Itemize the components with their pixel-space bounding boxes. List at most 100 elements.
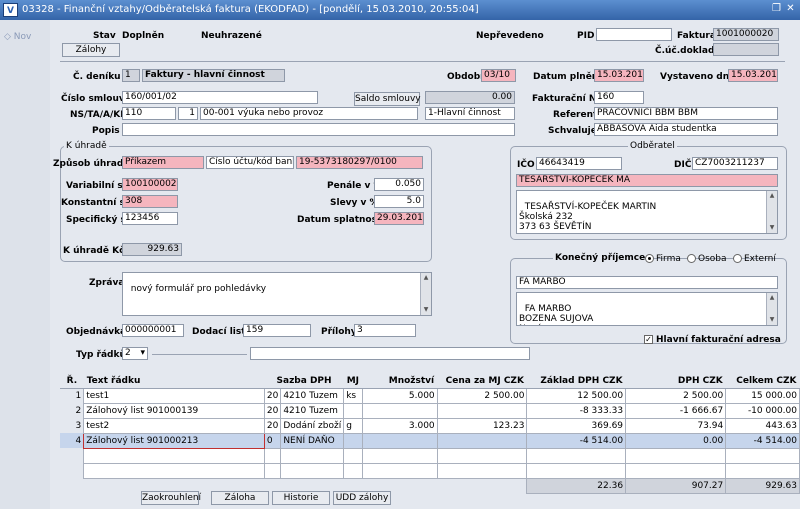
scrollbar[interactable]: ▲ ▼ — [766, 191, 777, 233]
dic-field[interactable]: CZ7003211237 — [692, 157, 778, 170]
row-sazba-code[interactable]: 0 — [263, 432, 282, 449]
vystaveno-field[interactable]: 15.03.2010 — [728, 69, 778, 82]
new-record-button[interactable]: ◇ Nov — [4, 32, 31, 42]
cdeniku-field[interactable]: 1 — [122, 69, 140, 82]
row-dph[interactable]: 73.94 — [625, 417, 727, 434]
col-r[interactable]: Ř. — [60, 375, 84, 389]
scroll-up-icon[interactable]: ▲ — [768, 192, 776, 200]
empty-cell[interactable] — [280, 447, 345, 464]
pid-field[interactable] — [596, 28, 672, 41]
empty-cell[interactable] — [361, 462, 438, 479]
row-text[interactable]: test2 — [83, 417, 265, 434]
cislo-smlouvy-field[interactable]: 160/001/02 — [122, 91, 318, 104]
table-row-empty[interactable] — [60, 447, 800, 464]
row-sazba-name[interactable]: NENÍ DAŇO — [280, 432, 345, 449]
scroll-down-icon[interactable]: ▼ — [422, 306, 430, 314]
row-mnozstvi[interactable]: 3.000 — [361, 417, 438, 434]
prilohy-field[interactable]: 3 — [354, 324, 416, 337]
row-zaklad[interactable]: -8 333.33 — [526, 402, 627, 419]
row-text[interactable]: test1 — [83, 387, 265, 404]
empty-cell[interactable] — [361, 447, 438, 464]
typ-radku-select[interactable]: 2 ▾ — [122, 347, 148, 360]
empty-cell[interactable] — [343, 447, 363, 464]
scroll-up-icon[interactable]: ▲ — [768, 294, 776, 302]
empty-cell[interactable] — [436, 447, 528, 464]
empty-cell[interactable] — [625, 447, 727, 464]
obdobi-field[interactable]: 03/10 — [481, 69, 516, 82]
empty-cell[interactable] — [263, 462, 282, 479]
empty-cell[interactable] — [725, 447, 800, 464]
historie-button[interactable]: Historie — [272, 491, 330, 505]
slevy-field[interactable]: 5.0 — [374, 195, 424, 208]
odberatel-address[interactable]: TESAŘSTVÍ-KOPEČEK MARTIN Školská 232 373… — [516, 190, 778, 234]
ucet-field[interactable]: 19-5373180297/0100 — [296, 156, 423, 169]
scrollbar[interactable]: ▲ ▼ — [420, 273, 431, 315]
row-dph[interactable]: 0.00 — [625, 432, 727, 449]
empty-cell[interactable] — [343, 462, 363, 479]
cuc-field[interactable] — [713, 43, 779, 56]
ks-field[interactable]: 308 — [122, 195, 178, 208]
scrollbar[interactable]: ▲ ▼ — [766, 293, 777, 325]
empty-cell[interactable] — [263, 447, 282, 464]
row-mj[interactable] — [343, 402, 363, 419]
row-mj[interactable]: ks — [343, 387, 363, 404]
row-zaklad[interactable]: 12 500.00 — [526, 387, 627, 404]
empty-cell[interactable] — [83, 447, 265, 464]
datum-plneni-field[interactable]: 15.03.2010 — [594, 69, 644, 82]
objednavka-field[interactable]: 000000001 — [122, 324, 184, 337]
row-mnozstvi[interactable] — [361, 432, 438, 449]
row-mnozstvi[interactable]: 5.000 — [361, 387, 438, 404]
penale-field[interactable]: 0.050 — [374, 178, 424, 191]
ta-field[interactable]: 1 — [178, 107, 198, 120]
osoba-radio[interactable] — [687, 254, 696, 263]
row-text[interactable]: Zálohový list 901000139 — [83, 402, 265, 419]
row-mj[interactable] — [343, 432, 363, 449]
row-celkem[interactable]: -4 514.00 — [725, 432, 800, 449]
hlavni-adresa-checkbox[interactable]: ✓ — [644, 335, 653, 344]
empty-cell[interactable] — [526, 447, 627, 464]
col-mj[interactable]: MJ — [343, 375, 363, 389]
row-cena[interactable]: 2 500.00 — [436, 387, 528, 404]
col-dph[interactable]: DPH CZK — [625, 375, 726, 389]
table-row[interactable]: 2 Zálohový list 901000139 20 4210 Tuzem … — [60, 402, 800, 419]
row-cena[interactable]: 123.23 — [436, 417, 528, 434]
scroll-down-icon[interactable]: ▼ — [768, 316, 776, 324]
col-celkem[interactable]: Celkem CZK — [725, 375, 800, 389]
row-celkem[interactable]: 15 000.00 — [725, 387, 800, 404]
prijemce-name[interactable]: FA MARBO — [516, 276, 778, 289]
externi-radio[interactable] — [733, 254, 742, 263]
row-sazba-name[interactable]: 4210 Tuzem — [280, 402, 345, 419]
row-sazba-name[interactable]: 4210 Tuzem — [280, 387, 345, 404]
empty-cell[interactable] — [725, 462, 800, 479]
odberatel-name[interactable]: TESAŘSTVÍ-KOPEČEK MA — [516, 174, 778, 187]
table-row[interactable]: 3 test2 20 Dodání zboží g 3.000 123.23 3… — [60, 417, 800, 434]
row-zaklad[interactable]: -4 514.00 — [526, 432, 627, 449]
empty-cell[interactable] — [625, 462, 727, 479]
vs-field[interactable]: 1001000020 — [122, 178, 178, 191]
row-dph[interactable]: -1 666.67 — [625, 402, 727, 419]
scroll-down-icon[interactable]: ▼ — [768, 224, 776, 232]
row-sazba-code[interactable]: 20 — [263, 417, 282, 434]
prijemce-address[interactable]: FA MARBO BOZENA SUJOVA Nová ▲▼ — [516, 292, 778, 326]
zaloha-button[interactable]: Záloha — [211, 491, 269, 505]
row-text-active[interactable]: Zálohový list 901000213 — [83, 432, 265, 449]
saldo-smlouvy-button[interactable]: Saldo smlouvy — [354, 92, 421, 106]
row-sazba-name[interactable]: Dodání zboží — [280, 417, 345, 434]
row-sazba-code[interactable]: 20 — [263, 402, 282, 419]
row-cena[interactable] — [436, 432, 528, 449]
row-sazba-code[interactable]: 20 — [263, 387, 282, 404]
col-cena[interactable]: Cena za MJ CZK — [437, 375, 527, 389]
empty-cell[interactable] — [83, 462, 265, 479]
empty-cell[interactable] — [436, 462, 528, 479]
row-dph[interactable]: 2 500.00 — [625, 387, 727, 404]
col-zaklad[interactable]: Základ DPH CZK — [526, 375, 626, 389]
col-sazba[interactable]: Sazba DPH — [264, 375, 344, 389]
splatnost-field[interactable]: 29.03.2010 — [374, 212, 424, 225]
referent-field[interactable]: PRACOVNÍCI BBM BBM — [594, 107, 778, 120]
dodaci-field[interactable]: 159 — [243, 324, 311, 337]
fakturacni-ns-field[interactable]: 160 — [594, 91, 644, 104]
row-zaklad[interactable]: 369.69 — [526, 417, 627, 434]
close-icon[interactable]: ✕ — [784, 3, 797, 16]
ss-field[interactable]: 123456 — [122, 212, 178, 225]
zaokrouhleni-button[interactable]: Zaokrouhlení — [141, 491, 201, 505]
